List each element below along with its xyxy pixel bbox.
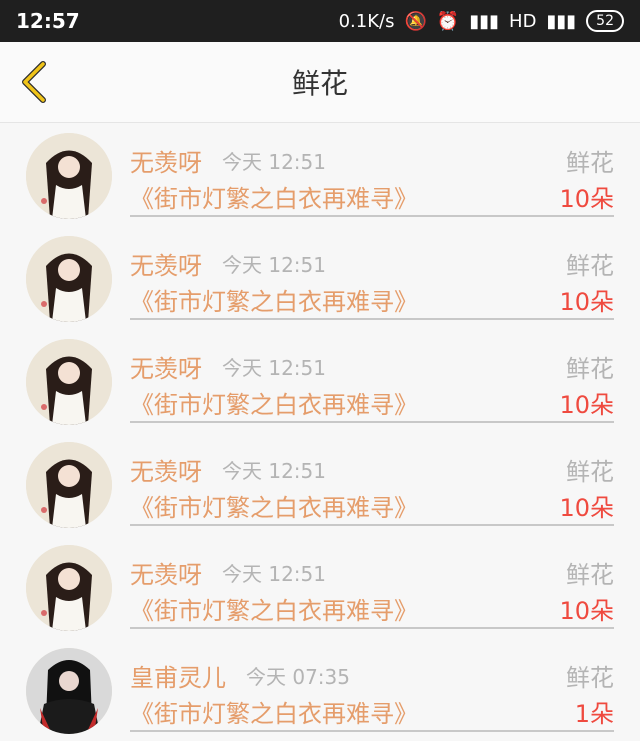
send-time: 今天 12:51 <box>222 150 326 174</box>
avatar <box>26 339 112 425</box>
book-title[interactable]: 《街市灯繁之白衣再难寻》 <box>130 488 418 523</box>
list-item[interactable]: 无羡呀 今天 12:51 鲜花 《街市灯繁之白衣再难寻》 10朵 <box>0 535 640 638</box>
flower-count: 10朵 <box>559 597 614 625</box>
item-detail: 《街市灯繁之白衣再难寻》 10朵 <box>130 179 614 213</box>
divider <box>130 421 614 423</box>
avatar-image <box>26 648 112 734</box>
alarm-icon: ⏰ <box>436 10 460 32</box>
avatar <box>26 133 112 219</box>
flower-count: 10朵 <box>559 185 614 213</box>
book-title[interactable]: 《街市灯繁之白衣再难寻》 <box>130 591 418 626</box>
item-info: 无羡呀 今天 12:51 鲜花 《街市灯繁之白衣再难寻》 10朵 <box>130 535 614 638</box>
avatar <box>26 236 112 322</box>
item-detail: 《街市灯繁之白衣再难寻》 10朵 <box>130 591 614 625</box>
sender-name[interactable]: 无羡呀 <box>130 349 202 384</box>
send-time: 今天 12:51 <box>222 253 326 277</box>
divider <box>130 318 614 320</box>
book-title[interactable]: 《街市灯繁之白衣再难寻》 <box>130 179 418 214</box>
avatar-image <box>26 133 112 219</box>
item-info: 无羡呀 今天 12:51 鲜花 《街市灯繁之白衣再难寻》 10朵 <box>130 329 614 432</box>
flower-list: 无羡呀 今天 12:51 鲜花 《街市灯繁之白衣再难寻》 10朵 无羡呀 今天 … <box>0 123 640 741</box>
list-item[interactable]: 皇甫灵儿 今天 07:35 鲜花 《街市灯繁之白衣再难寻》 1朵 <box>0 638 640 741</box>
item-detail: 《街市灯繁之白衣再难寻》 1朵 <box>130 694 614 728</box>
send-time: 今天 12:51 <box>222 356 326 380</box>
status-icons: 0.1K/s 🔕 ⏰ ▮▮▮ HD ▮▮▮ 52 <box>339 10 624 32</box>
nav-bar: 鲜花 <box>0 42 640 123</box>
status-bar: 12:57 0.1K/s 🔕 ⏰ ▮▮▮ HD ▮▮▮ 52 <box>0 0 640 42</box>
gift-type: 鲜花 <box>566 252 614 280</box>
network-speed: 0.1K/s <box>338 10 395 32</box>
list-item[interactable]: 无羡呀 今天 12:51 鲜花 《街市灯繁之白衣再难寻》 10朵 <box>0 123 640 226</box>
gift-type: 鲜花 <box>566 664 614 692</box>
list-item[interactable]: 无羡呀 今天 12:51 鲜花 《街市灯繁之白衣再难寻》 10朵 <box>0 226 640 329</box>
divider <box>130 524 614 526</box>
mute-bell-icon: 🔕 <box>404 10 427 32</box>
avatar-image <box>26 236 112 322</box>
avatar-image <box>26 545 112 631</box>
gift-type: 鲜花 <box>566 149 614 177</box>
signal-4g-icon: ▮▮▮ <box>546 10 577 32</box>
back-button[interactable] <box>12 60 56 104</box>
divider <box>130 730 614 732</box>
book-title[interactable]: 《街市灯繁之白衣再难寻》 <box>130 694 418 729</box>
gift-type: 鲜花 <box>566 458 614 486</box>
gift-type: 鲜花 <box>566 355 614 383</box>
avatar <box>26 648 112 734</box>
item-header: 皇甫灵儿 今天 07:35 鲜花 <box>130 658 614 693</box>
avatar-image <box>26 339 112 425</box>
flower-count: 10朵 <box>559 288 614 316</box>
send-time: 今天 12:51 <box>222 459 326 483</box>
item-detail: 《街市灯繁之白衣再难寻》 10朵 <box>130 282 614 316</box>
signal-icon: ▮▮▮ <box>469 10 500 32</box>
divider <box>130 627 614 629</box>
status-time: 12:57 <box>16 9 80 33</box>
sender-name[interactable]: 皇甫灵儿 <box>130 658 226 693</box>
divider <box>130 215 614 217</box>
item-info: 皇甫灵儿 今天 07:35 鲜花 《街市灯繁之白衣再难寻》 1朵 <box>130 638 614 741</box>
item-detail: 《街市灯繁之白衣再难寻》 10朵 <box>130 488 614 522</box>
avatar <box>26 545 112 631</box>
page-title: 鲜花 <box>291 67 348 100</box>
hd-icon: HD <box>509 10 537 32</box>
item-detail: 《街市灯繁之白衣再难寻》 10朵 <box>130 385 614 419</box>
item-header: 无羡呀 今天 12:51 鲜花 <box>130 555 614 590</box>
sender-name[interactable]: 无羡呀 <box>130 246 202 281</box>
flower-count: 1朵 <box>574 700 614 728</box>
item-info: 无羡呀 今天 12:51 鲜花 《街市灯繁之白衣再难寻》 10朵 <box>130 226 614 329</box>
sender-name[interactable]: 无羡呀 <box>130 555 202 590</box>
item-header: 无羡呀 今天 12:51 鲜花 <box>130 452 614 487</box>
book-title[interactable]: 《街市灯繁之白衣再难寻》 <box>130 385 418 420</box>
battery-icon: 52 <box>586 10 624 32</box>
item-header: 无羡呀 今天 12:51 鲜花 <box>130 349 614 384</box>
avatar <box>26 442 112 528</box>
list-item[interactable]: 无羡呀 今天 12:51 鲜花 《街市灯繁之白衣再难寻》 10朵 <box>0 432 640 535</box>
avatar-image <box>26 442 112 528</box>
list-item[interactable]: 无羡呀 今天 12:51 鲜花 《街市灯繁之白衣再难寻》 10朵 <box>0 329 640 432</box>
sender-name[interactable]: 无羡呀 <box>130 143 202 178</box>
item-header: 无羡呀 今天 12:51 鲜花 <box>130 143 614 178</box>
item-header: 无羡呀 今天 12:51 鲜花 <box>130 246 614 281</box>
chevron-left-icon <box>22 61 46 103</box>
book-title[interactable]: 《街市灯繁之白衣再难寻》 <box>130 282 418 317</box>
sender-name[interactable]: 无羡呀 <box>130 452 202 487</box>
send-time: 今天 12:51 <box>222 562 326 586</box>
flower-count: 10朵 <box>559 494 614 522</box>
item-info: 无羡呀 今天 12:51 鲜花 《街市灯繁之白衣再难寻》 10朵 <box>130 432 614 535</box>
flower-count: 10朵 <box>559 391 614 419</box>
send-time: 今天 07:35 <box>246 665 350 689</box>
item-info: 无羡呀 今天 12:51 鲜花 《街市灯繁之白衣再难寻》 10朵 <box>130 123 614 226</box>
gift-type: 鲜花 <box>566 561 614 589</box>
